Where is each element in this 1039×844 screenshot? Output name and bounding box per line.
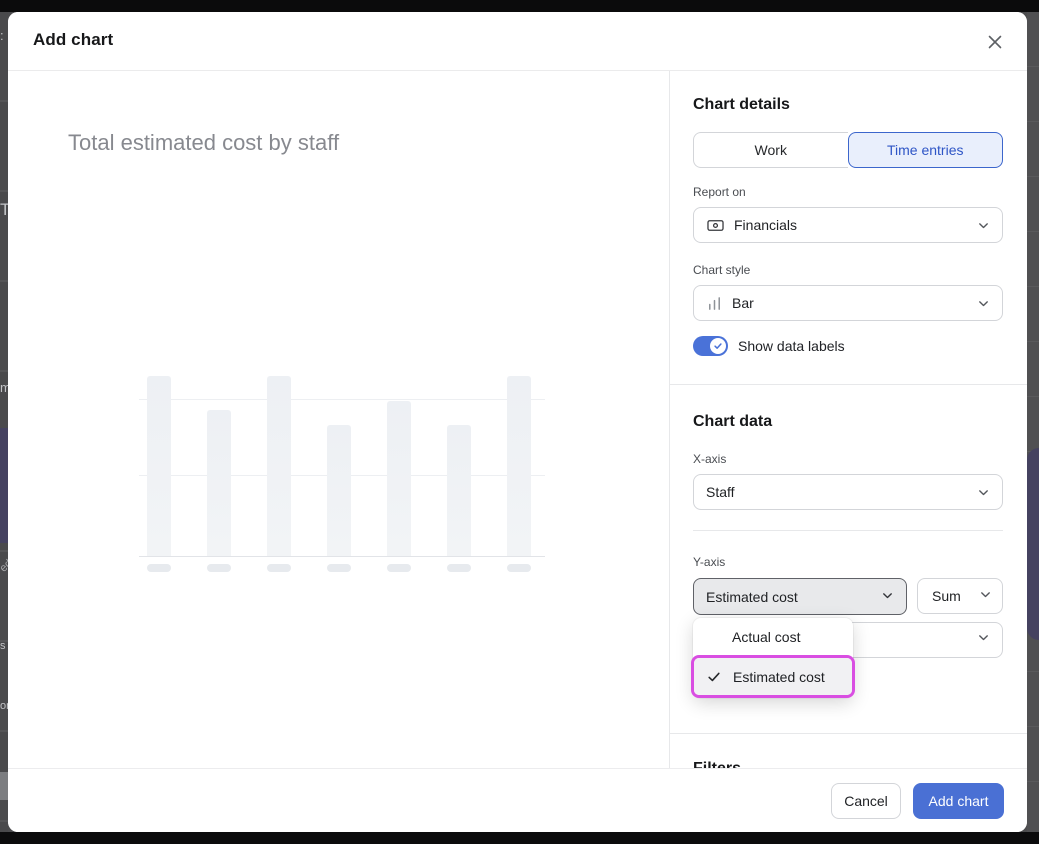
field-divider [693,530,1003,531]
backdrop-fragment: ed [0,557,8,574]
section-divider [670,384,1027,385]
tab-time-entries[interactable]: Time entries [848,132,1004,168]
modal-title: Add chart [33,30,113,50]
chart-preview-title: Total estimated cost by staff [68,130,339,156]
y-axis-dropdown-menu: Actual cost Estimated cost [693,618,853,698]
chart-settings-panel: Chart details Work Time entries Report o… [670,71,1027,768]
menu-item-label: Estimated cost [733,669,825,685]
preview-x-label-pill [447,564,471,572]
cancel-button[interactable]: Cancel [831,783,901,819]
add-chart-button[interactable]: Add chart [913,783,1004,819]
modal-header: Add chart [8,12,1027,71]
preview-x-label-pill [507,564,531,572]
y-axis-label: Y-axis [693,555,725,569]
show-data-labels-toggle[interactable] [693,336,728,356]
backdrop-fragment: or [0,700,8,712]
preview-x-label-pill [327,564,351,572]
chevron-down-icon [977,219,990,232]
close-button[interactable] [984,31,1006,53]
show-data-labels-label: Show data labels [738,338,845,354]
preview-bar [387,401,411,556]
toggle-knob [710,338,726,354]
preview-bar [147,376,171,556]
annotation-highlight-box: Estimated cost [691,655,855,698]
preview-bar [447,425,471,556]
source-segmented-control: Work Time entries [693,132,1003,168]
y-axis-value: Estimated cost [706,589,798,605]
y-axis-row: Estimated cost Sum [693,578,1003,615]
banknote-icon [706,216,725,235]
report-on-value: Financials [734,217,797,233]
backdrop-fragment: T [0,200,8,220]
preview-bar [207,410,231,556]
backdrop-left-strip: : T m ed s or [0,12,8,832]
chart-details-heading: Chart details [693,96,790,114]
chart-preview [139,368,545,556]
preview-bar [507,376,531,556]
chart-style-select[interactable]: Bar [693,285,1003,321]
chevron-down-icon [979,588,992,604]
menu-item-label: Actual cost [732,629,800,645]
backdrop-right-strip [1027,12,1039,832]
backdrop-fragment: m [0,380,8,395]
chart-data-heading: Chart data [693,413,772,431]
chevron-down-icon [881,589,894,605]
add-chart-modal: Add chart Total estimated cost by staff … [8,12,1027,832]
menu-item-estimated-cost[interactable]: Estimated cost [694,658,852,695]
preview-bar [267,376,291,556]
x-axis-value: Staff [706,484,735,500]
preview-bar [327,425,351,556]
chart-style-value: Bar [732,295,754,311]
chevron-down-icon [977,297,990,310]
preview-x-label-pill [147,564,171,572]
report-on-label: Report on [693,185,746,199]
preview-x-label-pill [207,564,231,572]
axis-baseline [139,556,545,557]
tab-work[interactable]: Work [693,132,848,168]
modal-footer: Cancel Add chart [8,768,1027,832]
backdrop-purple-shape-right [1027,448,1039,640]
preview-x-label-pill [267,564,291,572]
bar-chart-icon [706,295,723,312]
preview-x-label-pill [387,564,411,572]
gridline [139,399,545,400]
y-axis-select[interactable]: Estimated cost [693,578,907,615]
report-on-select[interactable]: Financials [693,207,1003,243]
backdrop-gray-block-left [0,772,8,800]
x-axis-select[interactable]: Staff [693,474,1003,510]
check-icon [707,670,724,684]
browser-chrome-top [0,0,1039,12]
chevron-down-icon [977,631,990,649]
close-icon [987,34,1003,50]
aggregate-value: Sum [932,588,961,604]
show-data-labels-row: Show data labels [693,336,845,356]
section-divider [670,733,1027,734]
chart-style-label: Chart style [693,263,750,277]
chevron-down-icon [977,486,990,499]
check-icon [713,341,723,351]
menu-item-actual-cost[interactable]: Actual cost [693,618,853,655]
filters-heading: Filters [693,760,741,768]
backdrop-bottom-strip [0,832,1039,844]
backdrop-purple-shape-left [0,428,8,543]
backdrop-fragment: : [0,28,4,43]
aggregate-select[interactable]: Sum [917,578,1003,614]
x-axis-label: X-axis [693,452,726,466]
backdrop-fragment: s [0,640,6,652]
